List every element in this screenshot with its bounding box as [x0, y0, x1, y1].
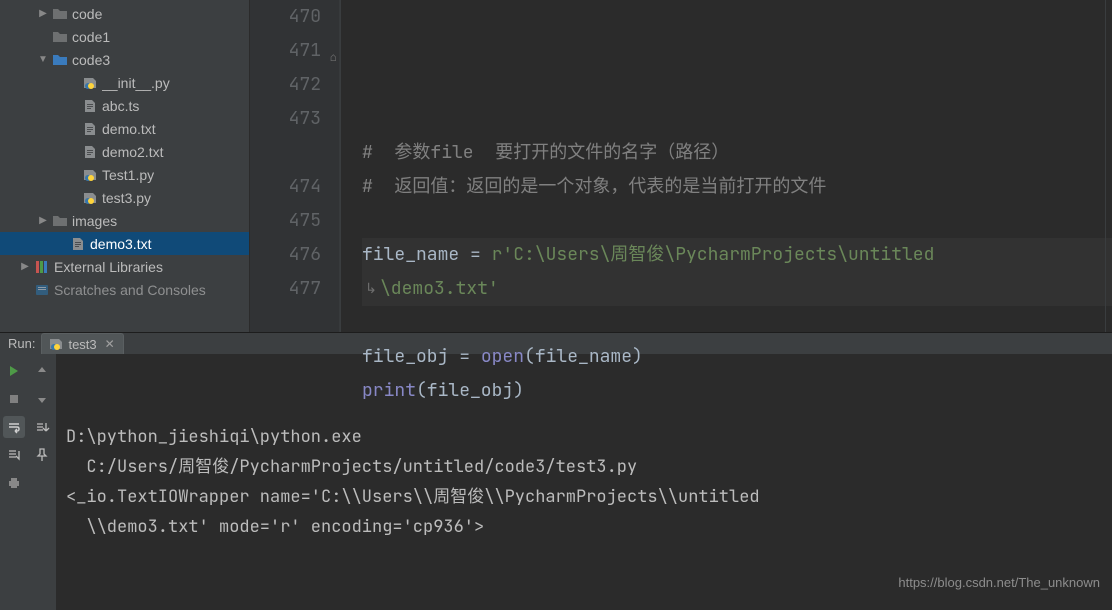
libs-icon	[34, 259, 50, 275]
folder-blue-icon	[52, 52, 68, 68]
line-number: 471	[250, 34, 321, 68]
code-line[interactable]: ↳\demo3.txt'	[362, 272, 1112, 306]
down-button[interactable]	[31, 388, 53, 410]
code-editor[interactable]: ⌂ 470471472473 474475476477 # 参数file 要打开的…	[250, 0, 1112, 332]
fold-marker-icon[interactable]: ⌂	[325, 40, 337, 52]
code-line[interactable]: # 返回值：返回的是一个对象，代表的是当前打开的文件	[362, 170, 1112, 204]
tree-item-demo3-txt[interactable]: demo3.txt	[0, 232, 249, 255]
wrap-indicator-icon: ↳	[362, 272, 380, 306]
tree-item-label: demo3.txt	[90, 236, 249, 252]
code-token: \demo3.txt'	[380, 272, 499, 306]
line-number: 476	[250, 238, 321, 272]
chevron-right-icon[interactable]	[20, 261, 30, 272]
tree-item-test1-py[interactable]: Test1.py	[0, 163, 249, 186]
console-line: D:\python_jieshiqi\python.exe	[66, 422, 1102, 452]
console-line: C:/Users/周智俊/PycharmProjects/untitled/co…	[66, 452, 1102, 482]
console-line: <_io.TextIOWrapper name='C:\\Users\\周智俊\…	[66, 482, 1102, 512]
tree-item-scratches-and-consoles[interactable]: Scratches and Consoles	[0, 278, 249, 301]
tree-item-demo-txt[interactable]: demo.txt	[0, 117, 249, 140]
run-console[interactable]: D:\python_jieshiqi\python.exe C:/Users/周…	[56, 354, 1112, 610]
code-line[interactable]: # 参数file 要打开的文件的名字（路径）	[362, 136, 1112, 170]
tree-item-label: demo.txt	[102, 121, 249, 137]
console-line: \\demo3.txt' mode='r' encoding='cp936'>	[66, 512, 1102, 542]
file-icon	[70, 236, 86, 252]
tree-item-test3-py[interactable]: test3.py	[0, 186, 249, 209]
chevron-right-icon[interactable]	[38, 215, 48, 226]
line-number: 470	[250, 0, 321, 34]
file-icon	[82, 144, 98, 160]
tree-item-label: code3	[72, 52, 249, 68]
run-panel: Run: test3 ✕	[0, 332, 1112, 540]
tree-item-demo2-txt[interactable]: demo2.txt	[0, 140, 249, 163]
line-number: 477	[250, 272, 321, 306]
tree-item-label: Scratches and Consoles	[54, 282, 249, 298]
line-number: 473	[250, 102, 321, 136]
project-tree[interactable]: code code1 code3 __init__.py abc.ts demo.txt d…	[0, 0, 250, 332]
code-line[interactable]	[362, 204, 1112, 238]
tree-item-label: External Libraries	[54, 259, 249, 275]
tree-item-label: code1	[72, 29, 249, 45]
code-token: =	[470, 238, 492, 272]
tree-item-code1[interactable]: code1	[0, 25, 249, 48]
tree-item-label: images	[72, 213, 249, 229]
code-line[interactable]	[362, 306, 1112, 340]
rerun-button[interactable]	[3, 360, 25, 382]
tree-item-label: __init__.py	[102, 75, 249, 91]
editor-gutter: ⌂ 470471472473 474475476477	[250, 0, 340, 332]
run-label: Run:	[8, 336, 35, 351]
export-button[interactable]	[31, 416, 53, 438]
folder-dark-icon	[52, 6, 68, 22]
file-icon	[82, 98, 98, 114]
tree-item-label: Test1.py	[102, 167, 249, 183]
tree-item-code[interactable]: code	[0, 2, 249, 25]
tree-item-label: abc.ts	[102, 98, 249, 114]
tree-item-images[interactable]: images	[0, 209, 249, 232]
line-number	[250, 136, 321, 170]
tree-item--init-py[interactable]: __init__.py	[0, 71, 249, 94]
pin-button[interactable]	[31, 444, 53, 466]
scroll-to-end-button[interactable]	[3, 444, 25, 466]
python-icon	[82, 167, 98, 183]
python-icon	[82, 190, 98, 206]
tree-item-label: test3.py	[102, 190, 249, 206]
file-icon	[82, 121, 98, 137]
tree-item-code3[interactable]: code3	[0, 48, 249, 71]
print-button[interactable]	[3, 472, 25, 494]
code-token: r'C:\Users\周智俊\PycharmProjects\untitled	[492, 238, 935, 272]
chevron-right-icon[interactable]	[38, 8, 48, 19]
chevron-down-icon[interactable]	[38, 54, 48, 65]
soft-wrap-button[interactable]	[3, 416, 25, 438]
code-token: file_name	[362, 238, 470, 272]
code-line[interactable]: file_name = r'C:\Users\周智俊\PycharmProjec…	[362, 238, 1112, 272]
run-tab-test3[interactable]: test3 ✕	[41, 333, 123, 354]
close-icon[interactable]: ✕	[101, 337, 115, 351]
run-tab-label: test3	[68, 337, 96, 352]
code-token: # 参数file 要打开的文件的名字（路径）	[362, 136, 729, 170]
tree-item-abc-ts[interactable]: abc.ts	[0, 94, 249, 117]
editor-code-area[interactable]: # 参数file 要打开的文件的名字（路径）# 返回值：返回的是一个对象，代表的…	[340, 0, 1112, 332]
stop-button[interactable]	[3, 388, 25, 410]
scratch-icon	[34, 282, 50, 298]
line-number: 474	[250, 170, 321, 204]
folder-dark-icon	[52, 29, 68, 45]
folder-dark-icon	[52, 213, 68, 229]
code-token: # 返回值：返回的是一个对象，代表的是当前打开的文件	[362, 170, 826, 204]
python-icon	[48, 336, 64, 352]
line-number: 475	[250, 204, 321, 238]
tree-item-label: demo2.txt	[102, 144, 249, 160]
tree-item-label: code	[72, 6, 249, 22]
tree-item-external-libraries[interactable]: External Libraries	[0, 255, 249, 278]
up-button[interactable]	[31, 360, 53, 382]
python-icon	[82, 75, 98, 91]
watermark-text: https://blog.csdn.net/The_unknown	[898, 568, 1100, 598]
run-toolbar	[0, 354, 56, 610]
line-number: 472	[250, 68, 321, 102]
